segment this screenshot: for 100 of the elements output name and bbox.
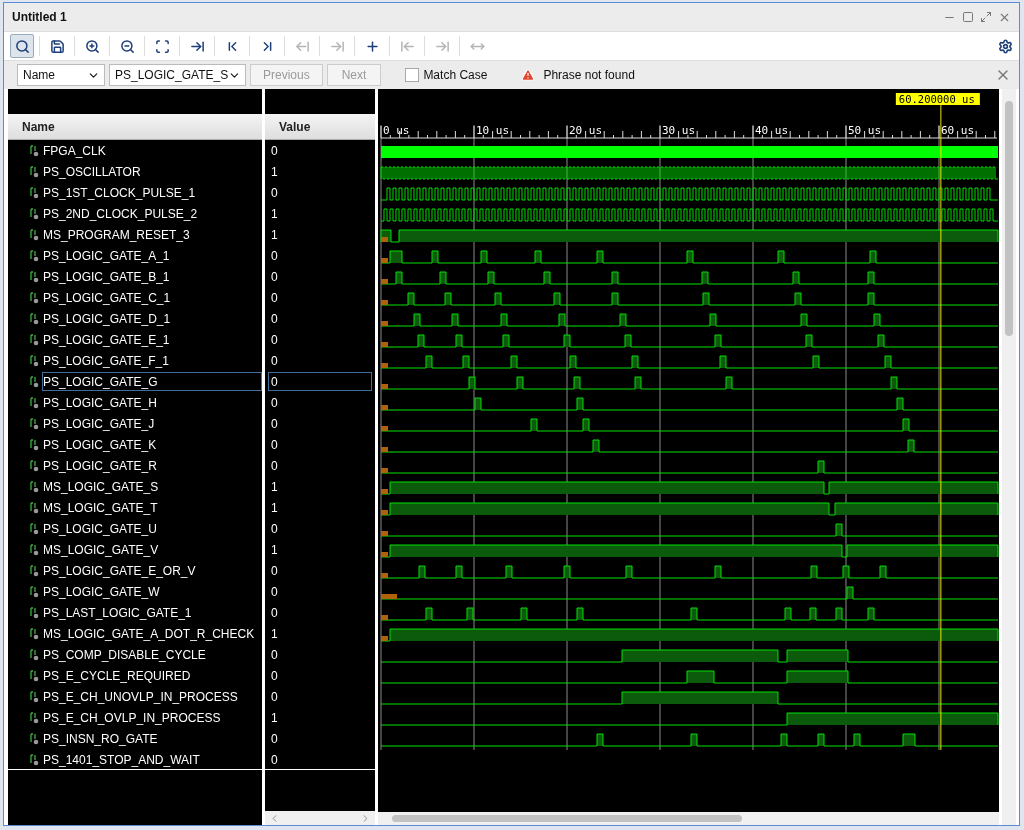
arrow-to-line-icon bbox=[329, 38, 345, 54]
signal-icon bbox=[30, 291, 39, 304]
signal-value: 1 bbox=[270, 478, 279, 496]
time-tick-label: 50 us bbox=[848, 124, 882, 137]
cursor-time-label: 60.200000 us bbox=[895, 93, 980, 105]
signal-name[interactable]: PS_LOGIC_GATE_B_1 bbox=[42, 267, 262, 286]
signal-value: 0 bbox=[270, 562, 279, 580]
signal-value: 0 bbox=[270, 352, 279, 370]
signal-icon bbox=[30, 480, 39, 493]
signal-name[interactable]: PS_LOGIC_GATE_G bbox=[42, 372, 262, 391]
signal-name[interactable]: PS_LOGIC_GATE_H bbox=[42, 393, 262, 412]
match-case-checkbox[interactable] bbox=[405, 68, 420, 82]
window-title: Untitled 1 bbox=[12, 10, 67, 24]
signal-name[interactable]: PS_LOGIC_GATE_E_OR_V bbox=[42, 561, 262, 580]
signal-icon bbox=[30, 417, 39, 430]
signal-name[interactable]: MS_LOGIC_GATE_S bbox=[42, 477, 262, 496]
maximize-icon[interactable] bbox=[962, 10, 974, 23]
signal-value: 0 bbox=[270, 331, 279, 349]
signal-name[interactable]: PS_E_CH_OVLP_IN_PROCESS bbox=[42, 708, 262, 727]
signal-icon bbox=[30, 312, 39, 325]
zoom-in-icon bbox=[84, 38, 100, 54]
warning-icon bbox=[521, 68, 536, 82]
signal-name[interactable]: PS_LOGIC_GATE_F_1 bbox=[42, 351, 262, 370]
field-dropdown[interactable]: Name bbox=[17, 64, 105, 86]
signal-name[interactable]: PS_LOGIC_GATE_E_1 bbox=[42, 330, 262, 349]
signal-name[interactable]: PS_LOGIC_GATE_K bbox=[42, 435, 262, 454]
signal-name[interactable]: PS_LOGIC_GATE_A_1 bbox=[42, 246, 262, 265]
signal-value: 1 bbox=[270, 499, 279, 517]
time-tick-label: 0 us bbox=[383, 124, 410, 137]
signal-name[interactable]: FPGA_CLK bbox=[42, 141, 262, 160]
settings-icon[interactable] bbox=[998, 38, 1013, 54]
signal-icon bbox=[30, 459, 39, 472]
signal-value: 0 bbox=[270, 310, 279, 328]
signal-icon bbox=[30, 396, 39, 409]
signal-name[interactable]: PS_COMP_DISABLE_CYCLE bbox=[42, 645, 262, 664]
signal-name[interactable]: PS_2ND_CLOCK_PULSE_2 bbox=[42, 204, 262, 223]
signal-name[interactable]: PS_E_CH_UNOVLP_IN_PROCESS bbox=[42, 687, 262, 706]
signal-icon bbox=[30, 543, 39, 556]
signal-icon bbox=[30, 228, 39, 241]
arrow-from-line-icon bbox=[294, 38, 310, 54]
time-tick-label: 20 us bbox=[569, 124, 603, 137]
signal-value: 0 bbox=[270, 436, 279, 454]
expand-icon bbox=[154, 38, 170, 54]
signal-icon bbox=[30, 438, 39, 451]
signal-icon bbox=[30, 144, 39, 157]
signal-name[interactable]: PS_LOGIC_GATE_C_1 bbox=[42, 288, 262, 307]
signal-name[interactable]: PS_LAST_LOGIC_GATE_1 bbox=[42, 603, 262, 622]
plus-icon bbox=[364, 38, 380, 54]
signal-name[interactable]: PS_OSCILLATOR bbox=[42, 162, 262, 181]
signal-icon bbox=[30, 690, 39, 703]
signal-icon bbox=[30, 732, 39, 745]
cursor-line[interactable] bbox=[940, 104, 942, 751]
signal-value: 0 bbox=[270, 457, 279, 475]
signal-name[interactable]: PS_INSN_RO_GATE bbox=[42, 729, 262, 748]
signal-name[interactable]: PS_1ST_CLOCK_PULSE_1 bbox=[42, 183, 262, 202]
search-button[interactable] bbox=[10, 34, 34, 58]
signal-name[interactable]: PS_LOGIC_GATE_J bbox=[42, 414, 262, 433]
signal-icon bbox=[30, 711, 39, 724]
signal-name[interactable]: PS_LOGIC_GATE_R bbox=[42, 456, 262, 475]
signal-name[interactable]: PS_1401_STOP_AND_WAIT bbox=[42, 750, 262, 769]
signal-value: 0 bbox=[270, 604, 279, 622]
time-tick-label: 30 us bbox=[662, 124, 696, 137]
search-field[interactable]: PS_LOGIC_GATE_S bbox=[109, 64, 246, 86]
signal-value: 0 bbox=[270, 688, 279, 706]
signal-name[interactable]: PS_E_CYCLE_REQUIRED bbox=[42, 666, 262, 685]
signal-icon bbox=[30, 375, 39, 388]
signal-value: 1 bbox=[270, 226, 279, 244]
signal-name[interactable]: PS_LOGIC_GATE_D_1 bbox=[42, 309, 262, 328]
signal-value: 0 bbox=[270, 583, 279, 601]
signal-value: 0 bbox=[270, 520, 279, 538]
horizontal-scrollbar[interactable] bbox=[378, 812, 999, 825]
signal-name[interactable]: MS_LOGIC_GATE_A_DOT_R_CHECK bbox=[42, 624, 262, 643]
signal-name[interactable]: MS_LOGIC_GATE_T bbox=[42, 498, 262, 517]
arrow-to-line-icon bbox=[434, 38, 450, 54]
signal-icon bbox=[30, 669, 39, 682]
arrow-to-line-icon bbox=[189, 38, 205, 54]
signal-icon bbox=[30, 354, 39, 367]
signal-name[interactable]: MS_LOGIC_GATE_V bbox=[42, 540, 262, 559]
restore-icon[interactable] bbox=[980, 10, 992, 23]
signal-value: 0 bbox=[270, 394, 279, 412]
signal-name[interactable]: MS_PROGRAM_RESET_3 bbox=[42, 225, 262, 244]
time-tick-label: 60 us bbox=[941, 124, 975, 137]
signal-value: 1 bbox=[270, 625, 279, 643]
time-tick-label: 40 us bbox=[755, 124, 789, 137]
signal-icon bbox=[30, 585, 39, 598]
signal-value: 0 bbox=[270, 646, 279, 664]
match-case-label: Match Case bbox=[423, 68, 488, 82]
value-column-header[interactable]: Value bbox=[265, 114, 375, 140]
signal-value: 1 bbox=[270, 541, 279, 559]
signal-icon bbox=[30, 753, 39, 766]
name-column-header[interactable]: Name bbox=[8, 114, 262, 140]
signal-icon bbox=[30, 648, 39, 661]
signal-value: 0 bbox=[270, 289, 279, 307]
search-status: Phrase not found bbox=[543, 68, 635, 82]
signal-name[interactable]: PS_LOGIC_GATE_W bbox=[42, 582, 262, 601]
signal-value: 1 bbox=[270, 205, 279, 223]
signal-value: 0 bbox=[270, 730, 279, 748]
signal-name[interactable]: PS_LOGIC_GATE_U bbox=[42, 519, 262, 538]
signal-icon bbox=[30, 627, 39, 640]
vertical-scrollbar[interactable] bbox=[1002, 89, 1016, 825]
